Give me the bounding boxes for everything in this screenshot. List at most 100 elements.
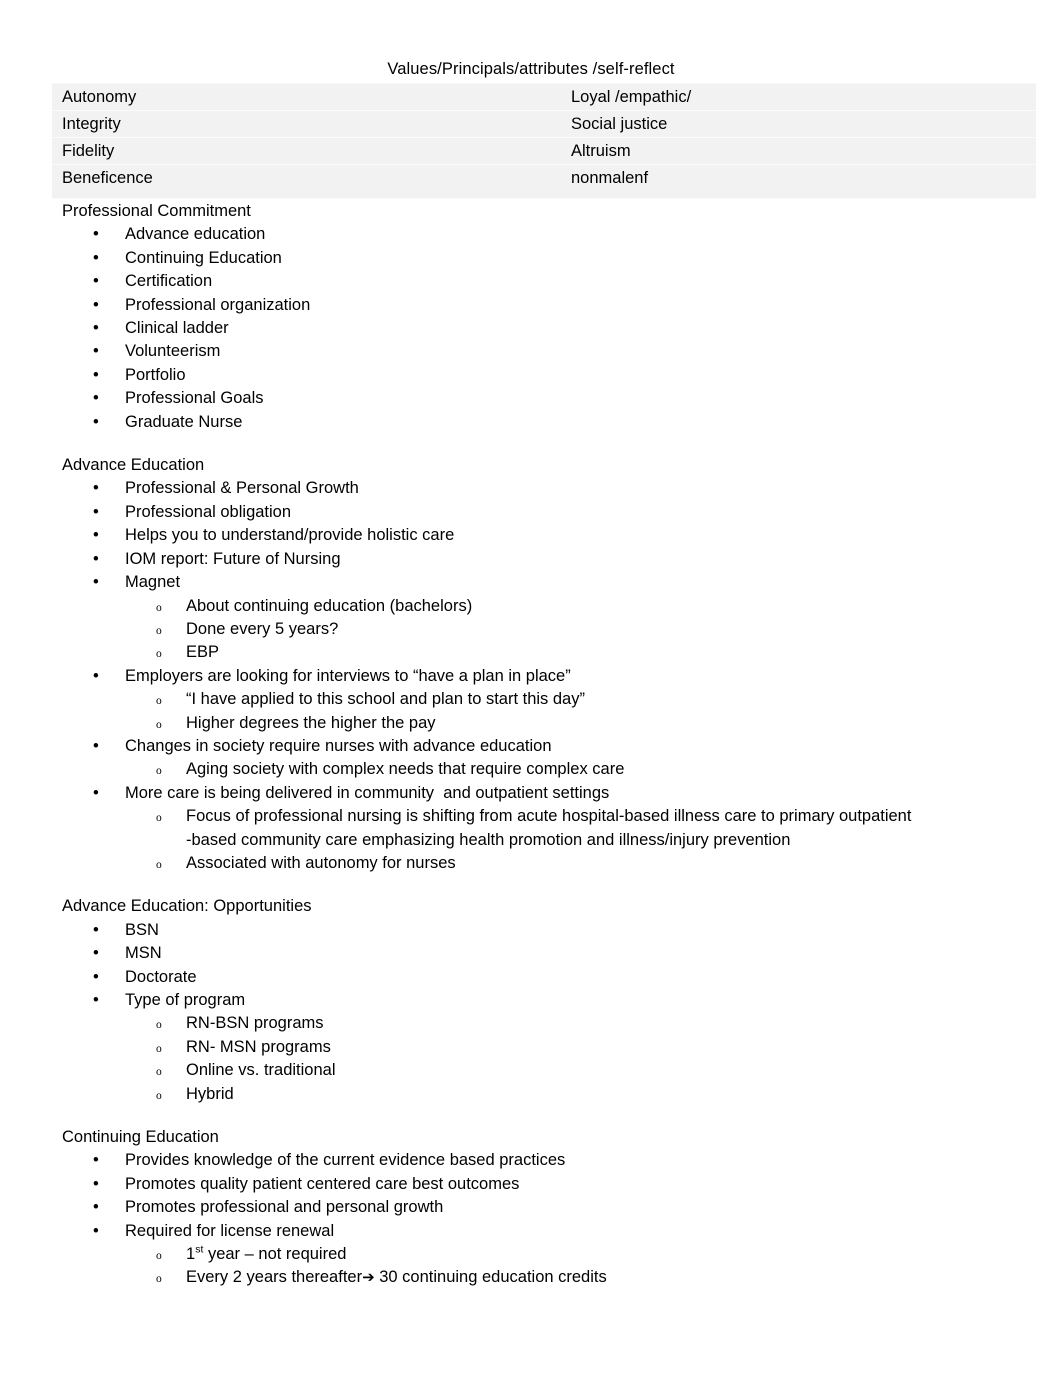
list-item-label: More care is being delivered in communit… [125,783,610,802]
list-item: • More care is being delivered in communi… [0,782,1062,876]
bullet-list-level2: o Focus of professional nursing is shifti… [125,805,1062,875]
list-item: • BSN [0,919,1062,942]
sub-bullet-label: Focus of professional nursing is shiftin… [186,807,912,849]
table-row: Fidelity Altruism [52,137,1036,165]
bullet-dot-icon: • [93,991,99,1009]
list-item: • Professional organization [0,294,1062,317]
table-cell-value: Integrity [52,110,541,138]
bullet-dot-icon: • [93,783,99,802]
list-item: • Promotes quality patient centered care … [0,1173,1062,1196]
bullet-dot-icon: • [93,319,99,338]
table-row: Integrity Social justice [52,110,1036,138]
bullet-dot-icon: • [93,248,99,267]
sub-bullet-label: Associated with autonomy for nurses [186,853,456,872]
list-item-label: Certification [125,272,213,291]
document-page: Values/Principals/attributes /self-refle… [0,0,1062,1377]
outline-section: Continuing Education • Provides knowledge … [0,1126,1062,1290]
list-item: • Graduate Nurse [0,411,1062,434]
sub-list-item: o 1st year – not required [125,1243,1062,1266]
section-heading: Advance Education: Opportunities [62,897,312,916]
sub-bullet-label: RN-BSN programs [186,1014,324,1033]
bullet-list-level1: • Professional & Personal Growth • Professi… [0,477,1062,875]
list-item-label: Doctorate [125,967,197,986]
bullet-dot-icon: • [93,1174,99,1193]
bullet-dot-icon: • [93,412,99,431]
list-item-label: Advance education [125,225,266,244]
list-item-label: Magnet [125,573,181,592]
bullet-dot-icon: • [93,295,99,314]
list-item: • Doctorate [0,966,1062,989]
list-item-label: IOM report: Future of Nursing [125,549,341,568]
bullet-dot-icon: • [93,526,99,545]
sub-list-item: o Focus of professional nursing is shifti… [125,805,1062,852]
sub-list-item: o EBP [125,641,1062,664]
list-item: • Employers are looking for interviews to… [0,665,1062,735]
right-arrow-icon: ➔ [362,1268,375,1287]
ordinal-number: 1 [186,1245,196,1264]
sub-list-item: o Associated with autonomy for nurses [125,852,1062,875]
list-item: • Provides knowledge of the current evide… [0,1149,1062,1172]
bullet-dot-icon: • [93,549,99,568]
table-row: Beneficence nonmalenf [52,164,1036,199]
list-item-label: Professional organization [125,295,311,314]
table-cell-attribute: nonmalenf [541,164,1036,199]
sub-bullet-label: Every 2 years thereafter [186,1268,363,1287]
list-item: • IOM report: Future of Nursing [0,548,1062,571]
sub-bullet-label: Hybrid [186,1084,234,1103]
table-body: Autonomy Loyal /empathic/Integrity Social … [52,83,1036,199]
table-cell-attribute: Social justice [541,110,1036,138]
bullet-dot-icon: • [93,502,99,521]
list-item: • MSN [0,942,1062,965]
table-cell-value: Beneficence [52,164,541,199]
list-item-label: Professional Goals [125,389,264,408]
bullet-dot-icon: • [93,342,99,361]
list-item: • Helps you to understand/provide holisti… [0,524,1062,547]
table-row: Autonomy Loyal /empathic/ [52,83,1036,111]
list-item-label: Clinical ladder [125,319,229,338]
list-item-label: Promotes professional and personal growt… [125,1198,444,1217]
sub-bullet-label: EBP [186,643,220,662]
table-cell-value: Fidelity [52,137,541,165]
bullet-dot-icon: • [93,736,99,755]
bullet-dot-icon: • [93,920,99,939]
bullet-circle-icon: o [156,812,162,825]
outline-section: Professional Commitment • Advance educatio… [0,200,1062,434]
sub-list-item: o Aging society with complex needs that r… [125,758,1062,781]
sub-bullet-label: Done every 5 years? [186,619,339,638]
bullet-dot-icon: • [93,389,99,408]
bullet-dot-icon: • [93,479,99,498]
sub-bullet-label: About continuing education (bachelors) [186,596,473,615]
list-item: • Professional Goals [0,387,1062,410]
list-item-label: Employers are looking for interviews to … [125,666,571,685]
bullet-list-level1: • Provides knowledge of the current evide… [0,1149,1062,1289]
list-item: • Professional obligation [0,501,1062,524]
bullet-list-level2: o RN-BSN programs o RN- MSN programs o Online… [125,1012,1062,1106]
list-item: • Professional & Personal Growth [0,477,1062,500]
list-item-label: Portfolio [125,365,186,384]
bullet-dot-icon: • [93,365,99,384]
bullet-dot-icon: • [93,272,99,291]
list-item-label: Professional obligation [125,502,292,521]
list-item-label: Required for license renewal [125,1221,335,1240]
list-item-label: Professional & Personal Growth [125,479,359,498]
list-item-label: Continuing Education [125,248,282,267]
bullet-dot-icon: • [93,967,99,986]
bullet-list-level2: o “I have applied to this school and plan… [125,688,1062,735]
list-item: • Portfolio [0,364,1062,387]
list-item-label: Graduate Nurse [125,412,243,431]
bullet-circle-icon: o [156,1273,162,1286]
list-item: • Changes in society require nurses with … [0,735,1062,782]
sub-bullet-label: Aging society with complex needs that re… [186,760,625,779]
list-item-label: Provides knowledge of the current eviden… [125,1151,566,1170]
bullet-dot-icon: • [93,666,99,685]
bullet-dot-icon: • [93,1198,99,1217]
sub-bullet-label-tail: 30 continuing education credits [374,1268,607,1287]
list-item: • Certification [0,270,1062,293]
table-cell-value: Autonomy [52,83,541,111]
list-item: • Promotes professional and personal grow… [0,1196,1062,1219]
outline-section: Advance Education • Professional & Persona… [0,454,1062,875]
bullet-list-level2: o Aging society with complex needs that r… [125,758,1062,781]
bullet-list-level1: • Advance education • Continuing Education •… [0,223,1062,434]
sub-list-item: o RN-BSN programs [125,1012,1062,1035]
list-item-label: MSN [125,944,162,963]
